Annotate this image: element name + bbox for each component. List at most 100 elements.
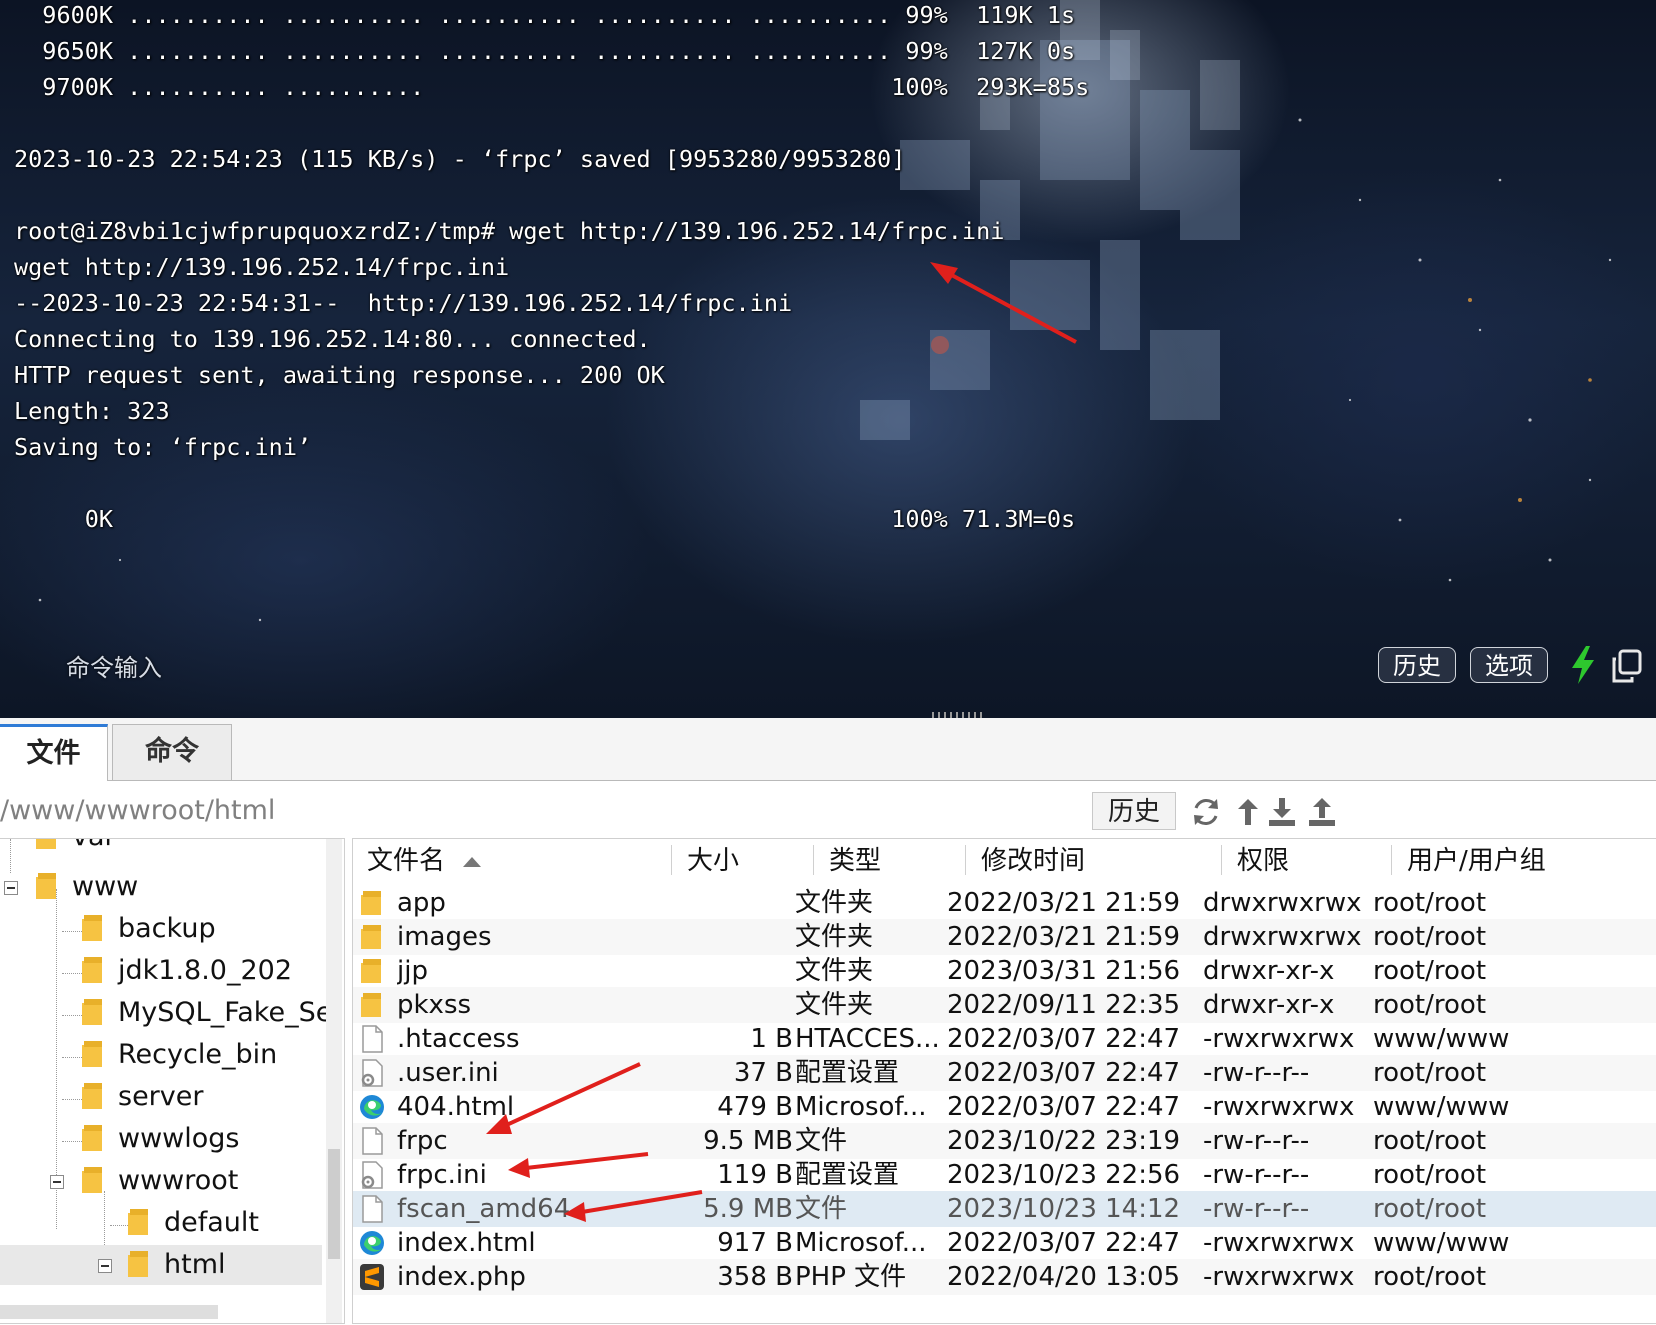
config-file-icon xyxy=(361,1161,383,1189)
column-header-permissions[interactable]: 权限 xyxy=(1237,839,1289,883)
tree-collapse-toggle[interactable] xyxy=(98,1259,112,1273)
upload-icon[interactable] xyxy=(1306,796,1338,828)
up-directory-icon[interactable] xyxy=(1232,796,1264,828)
file-row[interactable]: images 文件夹 2022/03/21 21:59 drwxrwxrwx root/… xyxy=(353,919,1656,955)
terminal-line: 9600K .......... .......... .......... .… xyxy=(14,1,1076,29)
file-permissions: -rwxrwxrwx xyxy=(1203,1092,1355,1122)
file-row[interactable]: .user.ini 37 B 配置设置 2022/03/07 22:47 -rw-r--… xyxy=(353,1055,1656,1091)
file-mtime: 2022/03/07 22:47 xyxy=(947,1228,1181,1258)
file-mtime: 2022/03/07 22:47 xyxy=(947,1092,1181,1122)
file-mtime: 2023/10/22 23:19 xyxy=(947,1126,1181,1156)
file-row[interactable]: index.php 358 B PHP 文件 2022/04/20 13:05 -rwx… xyxy=(353,1259,1656,1295)
folder-icon xyxy=(361,925,381,949)
file-row[interactable]: frpc 9.5 MB 文件 2023/10/22 23:19 -rw-r--r-- ro… xyxy=(353,1123,1656,1159)
tree-item-wwwlogs[interactable]: wwwlogs xyxy=(82,1119,239,1159)
file-row[interactable]: fscan_amd64 5.9 MB 文件 2023/10/23 14:12 -rw-r… xyxy=(353,1191,1656,1227)
tree-item-www[interactable]: www xyxy=(36,867,138,907)
terminal-line: Length: 323 xyxy=(14,397,170,425)
terminal-background-image xyxy=(38,0,1612,622)
folder-icon xyxy=(82,957,102,983)
column-header-mtime[interactable]: 修改时间 xyxy=(981,839,1085,883)
file-icon xyxy=(362,1127,383,1155)
file-size xyxy=(673,953,793,989)
file-row[interactable]: frpc.ini 119 B 配置设置 2023/10/23 22:56 -rw-r--… xyxy=(353,1157,1656,1193)
file-row[interactable]: pkxss 文件夹 2022/09/11 22:35 drwxr-xr-x root/r… xyxy=(353,987,1656,1023)
file-row[interactable]: index.html 917 B Microsof... 2022/03/07 22:… xyxy=(353,1225,1656,1261)
column-header-name[interactable]: 文件名 xyxy=(367,839,445,883)
file-permissions: drwxrwxrwx xyxy=(1203,922,1362,952)
file-type: 文件夹 xyxy=(795,922,874,952)
tree-vertical-scrollbar[interactable] xyxy=(326,839,342,1323)
file-size xyxy=(673,885,793,921)
folder-icon xyxy=(128,1209,148,1235)
file-row[interactable]: .htaccess 1 B HTACCES... 2022/03/07 22:47 -r… xyxy=(353,1021,1656,1057)
command-input-field[interactable]: 命令输入 xyxy=(66,648,162,683)
file-permissions: -rwxrwxrwx xyxy=(1203,1228,1355,1258)
terminal-line: --2023-10-23 22:54:31-- http://139.196.2… xyxy=(14,289,793,317)
lightning-bolt-icon[interactable] xyxy=(1570,646,1596,684)
download-icon[interactable] xyxy=(1266,796,1298,828)
file-mtime: 2022/03/07 22:47 xyxy=(947,1058,1181,1088)
file-icon xyxy=(362,1195,383,1223)
folder-icon xyxy=(82,1167,102,1193)
terminal-line: 2023-10-23 22:54:23 (115 KB/s) - ‘frpc’ … xyxy=(14,145,906,173)
file-permissions: -rw-r--r-- xyxy=(1203,1160,1310,1190)
file-row[interactable]: app 文件夹 2022/03/21 21:59 drwxrwxrwx root/roo… xyxy=(353,885,1656,921)
file-type: 文件夹 xyxy=(795,990,874,1020)
folder-icon xyxy=(36,873,56,899)
file-permissions: -rwxrwxrwx xyxy=(1203,1262,1355,1292)
terminal-panel[interactable]: 9600K .......... .......... .......... .… xyxy=(0,0,1656,718)
tree-collapse-toggle[interactable] xyxy=(50,1175,64,1189)
file-name: index.html xyxy=(397,1228,536,1258)
file-row[interactable]: jjp 文件夹 2023/03/31 21:56 drwxr-xr-x root/roo… xyxy=(353,953,1656,989)
edge-browser-icon xyxy=(360,1095,384,1119)
copy-window-icon[interactable] xyxy=(1610,649,1644,683)
file-size xyxy=(673,919,793,955)
folder-icon xyxy=(82,1125,102,1151)
scrollbar-thumb[interactable] xyxy=(328,1149,340,1259)
file-mtime: 2022/03/21 21:59 xyxy=(947,888,1181,918)
tree-item-jdk[interactable]: jdk1.8.0_202 xyxy=(82,951,292,991)
path-input[interactable]: /www/wwwroot/html xyxy=(0,790,275,832)
file-mtime: 2023/10/23 22:56 xyxy=(947,1160,1181,1190)
tab-commands[interactable]: 命令 xyxy=(112,724,232,780)
refresh-icon[interactable] xyxy=(1190,796,1222,828)
folder-icon xyxy=(82,1041,102,1067)
folder-icon xyxy=(82,915,102,941)
tree-item-var[interactable]: var xyxy=(36,839,116,857)
terminal-history-button[interactable]: 历史 xyxy=(1378,647,1456,683)
file-owner: root/root xyxy=(1373,1194,1487,1224)
file-name: fscan_amd64 xyxy=(397,1194,571,1224)
edge-browser-icon xyxy=(360,1231,384,1255)
file-size xyxy=(673,987,793,1023)
file-permissions: drwxr-xr-x xyxy=(1203,956,1335,986)
tree-item-recycle-bin[interactable]: Recycle_bin xyxy=(82,1035,277,1075)
file-name: index.php xyxy=(397,1262,526,1292)
file-row[interactable]: 404.html 479 B Microsof... 2022/03/07 22:47… xyxy=(353,1089,1656,1125)
tree-item-wwwroot[interactable]: wwwroot xyxy=(82,1161,238,1201)
tree-item-mysql-fake[interactable]: MySQL_Fake_Se xyxy=(82,993,332,1033)
tab-files[interactable]: 文件 xyxy=(0,724,108,781)
file-size: 5.9 MB xyxy=(703,1194,793,1224)
file-owner: root/root xyxy=(1373,1126,1487,1156)
column-header-size[interactable]: 大小 xyxy=(687,839,739,883)
file-size: 479 B xyxy=(717,1092,793,1122)
tree-horizontal-scrollbar[interactable] xyxy=(0,1305,218,1319)
file-type: Microsof... xyxy=(795,1092,927,1122)
column-header-owner[interactable]: 用户/用户组 xyxy=(1407,839,1546,883)
tree-item-html[interactable]: html xyxy=(0,1245,322,1285)
column-header-type[interactable]: 类型 xyxy=(829,839,881,883)
file-size: 119 B xyxy=(717,1160,793,1190)
directory-tree: var www backup jdk1.8.0_202 MySQL_Fake_S… xyxy=(0,838,345,1324)
terminal-options-button[interactable]: 选项 xyxy=(1470,647,1548,683)
tree-item-default[interactable]: default xyxy=(128,1203,259,1243)
file-mtime: 2023/03/31 21:56 xyxy=(947,956,1181,986)
path-history-button[interactable]: 历史 xyxy=(1092,792,1176,830)
tree-item-server[interactable]: server xyxy=(82,1077,203,1117)
file-name: frpc xyxy=(397,1126,448,1156)
tree-item-backup[interactable]: backup xyxy=(82,909,216,949)
file-mtime: 2022/09/11 22:35 xyxy=(947,990,1181,1020)
tree-collapse-toggle[interactable] xyxy=(4,881,18,895)
file-permissions: -rw-r--r-- xyxy=(1203,1194,1310,1224)
tab-bar: 文件 命令 xyxy=(0,718,1656,781)
